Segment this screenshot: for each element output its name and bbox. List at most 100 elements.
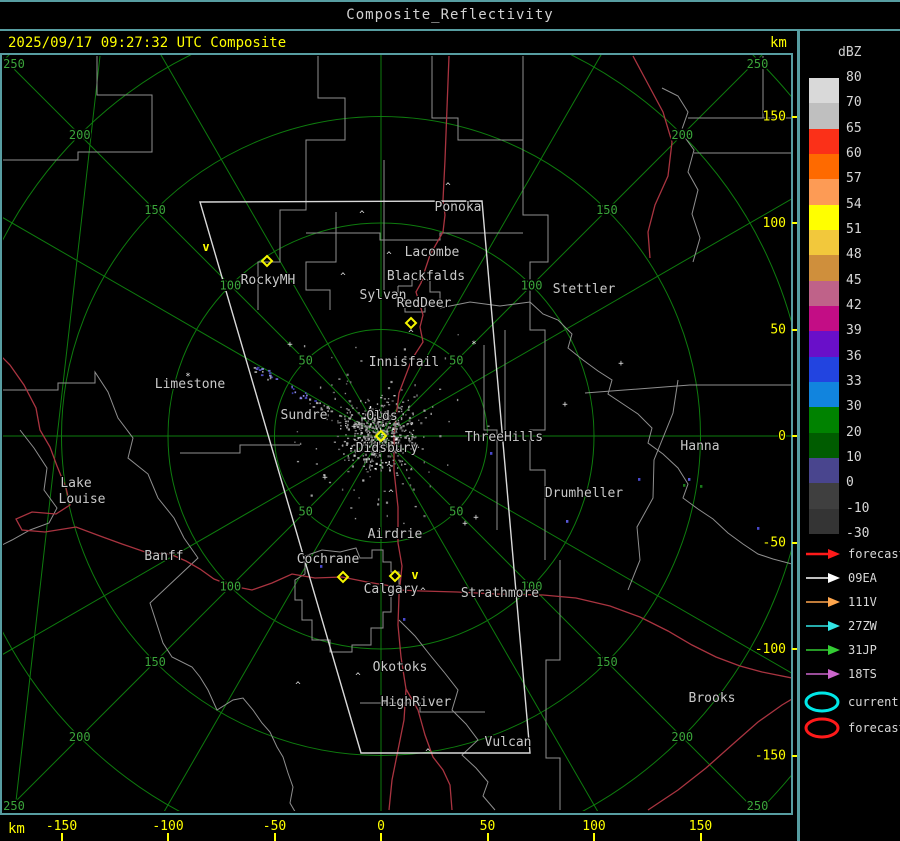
city-label-drumheller: Drumheller	[545, 486, 623, 501]
town-marker: *	[185, 372, 190, 382]
city-label-louise: Louise	[59, 492, 106, 507]
colorbar-title: dBZ	[838, 45, 862, 60]
colorbar-value-label: 54	[846, 196, 862, 212]
ring-distance-label: 250	[3, 57, 25, 71]
city-label-lake: Lake	[60, 476, 91, 491]
town-marker: ^	[420, 587, 426, 597]
bottom-axis-tick	[593, 833, 595, 841]
colorbar-block	[809, 483, 839, 510]
ring-distance-label: 100	[220, 580, 242, 594]
legend-label-31JP: 31JP	[848, 643, 877, 657]
highway-line	[632, 55, 673, 259]
colorbar-block	[809, 381, 839, 408]
track-arrowhead	[828, 621, 840, 631]
ring-distance-label: 150	[144, 203, 166, 217]
city-label-vulcan: Vulcan	[485, 735, 532, 750]
town-marker: ^	[408, 329, 414, 339]
colorbar-value-label: 60	[846, 145, 862, 161]
town-marker: ^	[359, 210, 365, 220]
municipal-boundary	[627, 379, 679, 591]
colorbar-block	[809, 255, 839, 282]
colorbar-value-label: 48	[846, 247, 862, 263]
town-marker: ^	[445, 182, 451, 192]
ring-distance-label: 50	[449, 354, 463, 368]
colorbar-block	[809, 280, 839, 307]
municipal-boundary	[305, 212, 337, 310]
colorbar-value-label: 39	[846, 323, 862, 339]
echo-spot	[403, 618, 406, 621]
legend-label-111V: 111V	[848, 595, 877, 609]
ring-distance-label: 200	[69, 730, 91, 744]
legend-ellipse-current	[804, 691, 840, 713]
radar-site-marker	[260, 254, 274, 268]
track-arrowhead	[828, 669, 840, 679]
city-label-calgary: Calgary	[364, 582, 419, 597]
right-axis-label: -100	[755, 642, 786, 657]
colorbar-block	[809, 356, 839, 383]
colorbar-block	[809, 508, 839, 535]
echo-spot	[490, 452, 493, 455]
right-axis-label: 0	[778, 429, 786, 444]
colorbar-block	[809, 204, 839, 231]
legend-symbols	[804, 549, 840, 739]
municipal-boundary	[584, 384, 791, 394]
municipal-boundary	[180, 444, 300, 454]
colorbar-block	[809, 305, 839, 332]
ring-distance-label: 200	[671, 128, 693, 142]
town-marker: ^	[355, 672, 361, 682]
echo-spot	[700, 485, 703, 488]
town-marker: +	[562, 400, 568, 410]
colorbar-value-label: 42	[846, 297, 862, 313]
right-axis-label: -150	[755, 749, 786, 764]
right-axis-label: 100	[763, 216, 786, 231]
colorbar-value-label: 20	[846, 424, 862, 440]
highway-line	[398, 589, 791, 679]
municipal-boundary	[306, 232, 523, 241]
right-axis-label: 150	[763, 110, 786, 125]
colorbar-block	[809, 229, 839, 256]
track-arrowhead	[828, 573, 840, 583]
colorbar-value-label: 65	[846, 120, 862, 136]
colorbar-block	[809, 103, 839, 130]
title-bar: Composite_Reflectivity	[0, 0, 900, 31]
colorbar-value-label: 57	[846, 171, 862, 187]
echo-spot	[688, 478, 691, 481]
municipal-boundary	[545, 560, 561, 810]
radar-viewer-window: Composite_Reflectivity 2025/09/17 09:27:…	[0, 0, 900, 841]
town-marker: +	[462, 519, 468, 529]
bottom-axis-label: 0	[377, 819, 385, 834]
ring-distance-label: 250	[747, 57, 769, 71]
town-marker: *	[471, 340, 476, 350]
colorbar-block	[809, 128, 839, 155]
city-label-ponoka: Ponoka	[435, 200, 482, 215]
city-label-cochrane: Cochrane	[297, 552, 360, 567]
colorbar-value-label: -30	[846, 525, 870, 541]
azimuth-spoke-120	[380, 435, 791, 674]
colorbar-value-label: 10	[846, 449, 862, 465]
city-label-banff: Banff	[144, 549, 183, 564]
track-arrowhead	[828, 645, 840, 655]
echo-spot	[566, 520, 569, 523]
colorbar-value-label: 0	[846, 475, 854, 491]
bottom-axis-label: 50	[479, 819, 496, 834]
city-label-brooks: Brooks	[689, 691, 736, 706]
horizontal-axis-unit-label: km	[8, 821, 25, 837]
municipal-boundary	[3, 370, 296, 811]
municipal-boundary	[3, 429, 58, 546]
bottom-axis-label: -150	[45, 819, 78, 834]
track-arrowhead	[828, 597, 840, 607]
colorbar-block	[809, 153, 839, 180]
municipal-boundary	[3, 56, 153, 161]
bottom-axis-tick	[380, 833, 382, 841]
site-arrow-marker: v	[411, 568, 418, 582]
site-arrow-marker: v	[202, 240, 209, 254]
bottom-axis-tick	[699, 833, 702, 841]
map-canvas[interactable]: 50 50 50 50 100 100 100 100 150 150 150 150 200 200 20…	[3, 55, 791, 811]
bottom-axis-tick	[486, 833, 489, 841]
legend-label-18TS: 18TS	[848, 667, 877, 681]
municipal-boundary	[398, 619, 496, 811]
ring-distance-label: 250	[747, 799, 769, 811]
ring-distance-label: 150	[144, 655, 166, 669]
city-label-airdrie: Airdrie	[368, 527, 423, 542]
bottom-axis-label: -100	[152, 819, 184, 834]
